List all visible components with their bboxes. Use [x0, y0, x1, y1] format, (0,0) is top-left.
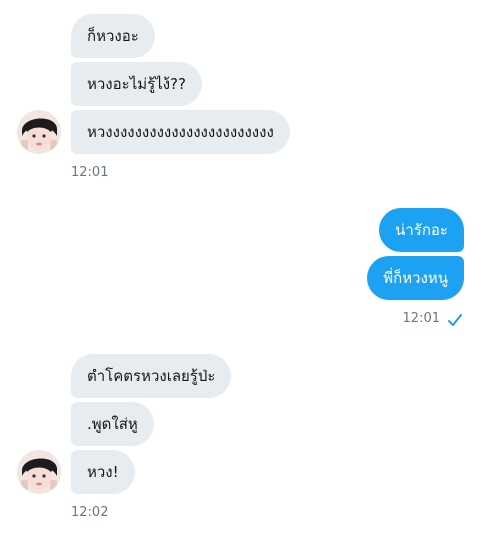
incoming-message[interactable]: .พูดใส่หู: [71, 402, 154, 446]
avatar-image: [17, 450, 61, 494]
outgoing-message[interactable]: น่ารักอะ: [379, 208, 464, 252]
incoming-message[interactable]: ตำโคตรหวงเลยรู้ป่ะ: [71, 354, 232, 398]
incoming-message[interactable]: หวงงงงงงงงงงงงงงงงงงงงงงง: [71, 110, 290, 154]
checkmark-sent-icon: [447, 312, 463, 328]
outgoing-message[interactable]: พี่ก็หวงหนู: [367, 256, 464, 300]
incoming-message[interactable]: หวง!: [71, 450, 135, 494]
sender-avatar[interactable]: [17, 110, 61, 154]
incoming-message[interactable]: หวงอะไม่รู้ไง้??: [71, 62, 202, 106]
avatar-image: [17, 110, 61, 154]
message-timestamp: 12:01: [71, 165, 109, 180]
sender-avatar[interactable]: [17, 450, 61, 494]
incoming-message[interactable]: ก็หวงอะ: [71, 14, 155, 58]
message-timestamp: 12:01: [402, 311, 440, 326]
message-timestamp: 12:02: [71, 505, 109, 520]
dm-conversation: ก็หวงอะ หวงอะไม่รู้ไง้?? หวงงงงงงงงงงงงง…: [0, 0, 480, 539]
